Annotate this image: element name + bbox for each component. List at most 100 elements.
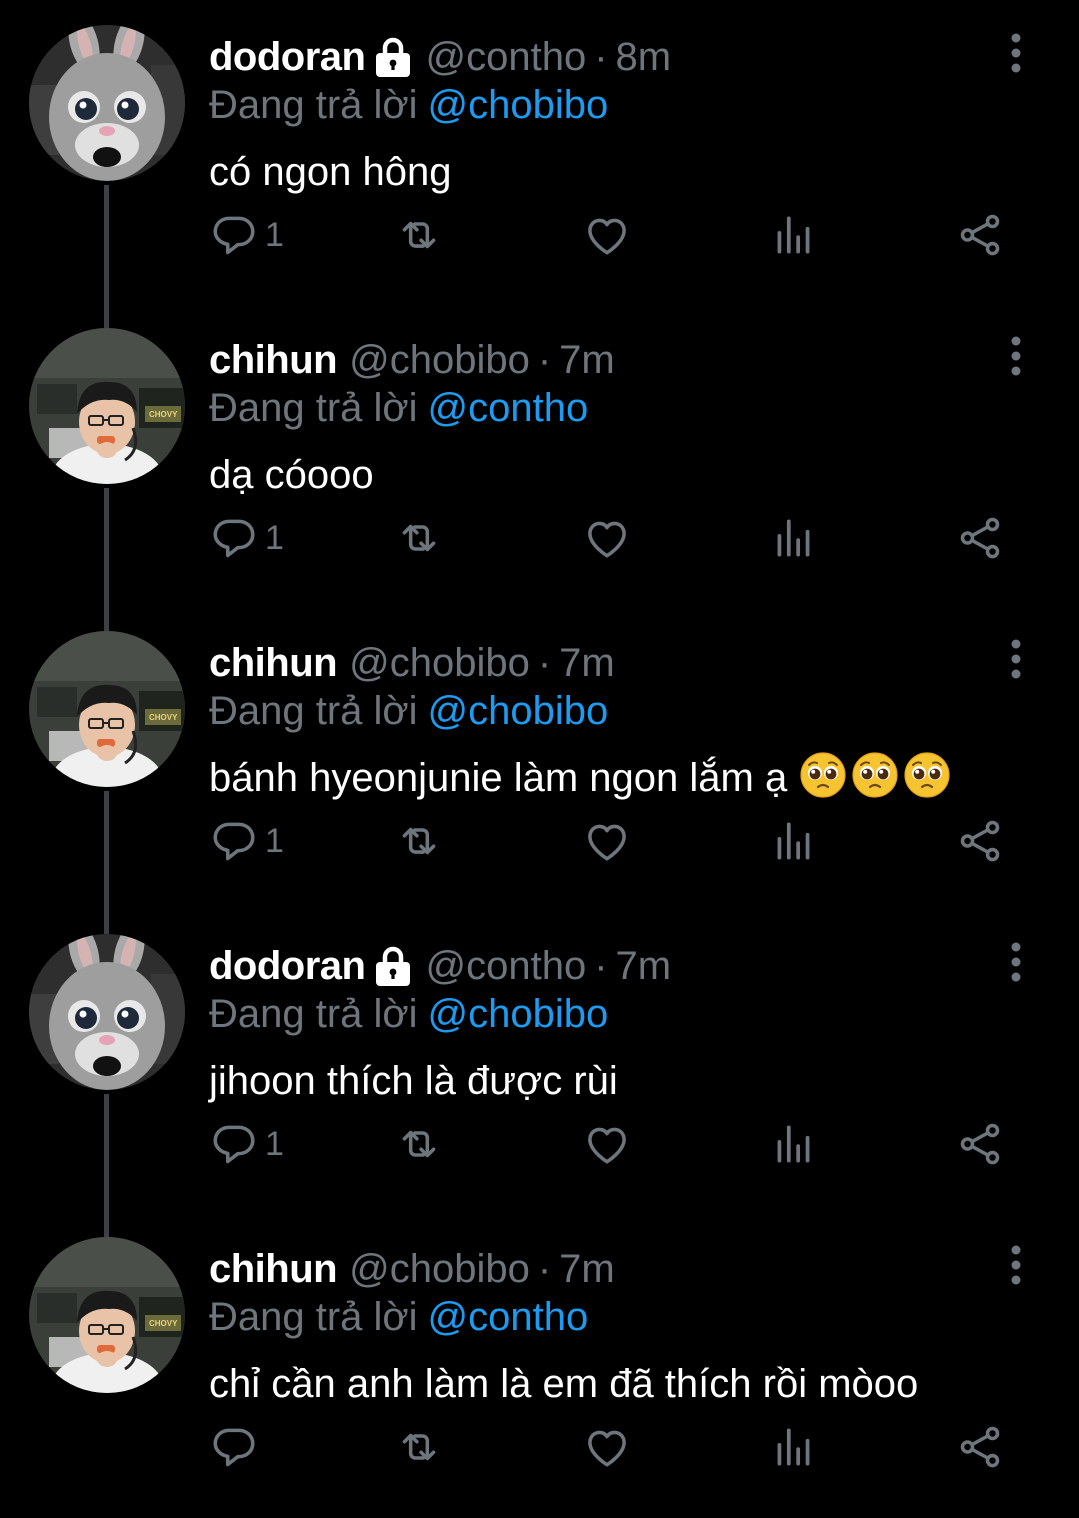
analytics-button[interactable]: [769, 1114, 819, 1174]
reply-button[interactable]: 1: [209, 1114, 284, 1174]
display-name[interactable]: chihun: [209, 335, 338, 385]
replying-to-label: Đang trả lời: [209, 386, 418, 430]
reply-target-link[interactable]: @contho: [428, 386, 589, 430]
reply-target-link[interactable]: @chobibo: [428, 83, 609, 127]
svg-text:CHOVY: CHOVY: [149, 713, 178, 722]
lock-icon: [373, 35, 413, 79]
more-options-icon[interactable]: [1000, 333, 1032, 379]
more-options-icon[interactable]: [1000, 30, 1032, 76]
reply-button[interactable]: 1: [209, 508, 284, 568]
reply-count: 1: [265, 1124, 284, 1163]
svg-text:CHOVY: CHOVY: [149, 410, 178, 419]
like-button[interactable]: [582, 205, 632, 265]
more-options-icon[interactable]: [1000, 939, 1032, 985]
tweet[interactable]: CHOVY chihun @chobibo · 7m Đang trả lời @conth…: [0, 1212, 1079, 1515]
retweet-button[interactable]: [394, 1114, 444, 1174]
username-handle[interactable]: @contho: [425, 32, 586, 82]
separator-dot: ·: [594, 944, 608, 988]
analytics-icon: [769, 816, 819, 866]
replying-to-label: Đang trả lời: [209, 1295, 418, 1339]
timestamp[interactable]: 7m: [559, 638, 615, 688]
tweet-header: chihun @chobibo · 7m: [209, 1244, 615, 1294]
replying-to-label: Đang trả lời: [209, 689, 418, 733]
tweet-text: chỉ cần anh làm là em đã thích rồi mòoo: [209, 1357, 918, 1411]
reply-button[interactable]: [209, 1417, 259, 1477]
reply-target-link[interactable]: @chobibo: [428, 689, 609, 733]
tweet[interactable]: CHOVY chihun @chobibo · 7m Đang trả lời @chobi…: [0, 606, 1079, 909]
analytics-button[interactable]: [769, 508, 819, 568]
tweet[interactable]: dodoran @contho · 8m Đang trả lời @chobibo có …: [0, 0, 1079, 303]
retweet-icon: [394, 1422, 444, 1472]
display-name[interactable]: dodoran: [209, 32, 366, 82]
more-options-icon[interactable]: [1000, 1242, 1032, 1288]
separator-dot: ·: [594, 35, 608, 79]
reply-button[interactable]: 1: [209, 205, 284, 265]
share-button[interactable]: [955, 811, 1005, 871]
retweet-icon: [394, 1119, 444, 1169]
retweet-button[interactable]: [394, 205, 444, 265]
display-name[interactable]: chihun: [209, 638, 338, 688]
timestamp[interactable]: 8m: [616, 32, 672, 82]
pleading-face-emoji-icon: [799, 751, 847, 799]
heart-icon: [582, 816, 632, 866]
tweet-actions: 1: [209, 205, 1029, 265]
analytics-icon: [769, 513, 819, 563]
share-icon: [955, 513, 1005, 563]
analytics-button[interactable]: [769, 205, 819, 265]
timestamp[interactable]: 7m: [559, 1244, 615, 1294]
like-button[interactable]: [582, 1417, 632, 1477]
username-handle[interactable]: @chobibo: [349, 638, 530, 688]
more-options-icon[interactable]: [1000, 636, 1032, 682]
like-button[interactable]: [582, 1114, 632, 1174]
share-button[interactable]: [955, 1114, 1005, 1174]
timestamp[interactable]: 7m: [616, 941, 672, 991]
display-name[interactable]: dodoran: [209, 941, 366, 991]
retweet-button[interactable]: [394, 1417, 444, 1477]
avatar[interactable]: CHOVY: [29, 328, 185, 484]
retweet-button[interactable]: [394, 508, 444, 568]
analytics-button[interactable]: [769, 1417, 819, 1477]
retweet-icon: [394, 513, 444, 563]
pleading-face-emoji-icon: [903, 751, 951, 799]
avatar[interactable]: CHOVY: [29, 631, 185, 787]
username-handle[interactable]: @chobibo: [349, 1244, 530, 1294]
tweet-header: chihun @chobibo · 7m: [209, 335, 615, 385]
avatar[interactable]: [29, 934, 185, 1090]
tweet-text-content: dạ cóooo: [209, 453, 374, 497]
share-icon: [955, 1422, 1005, 1472]
separator-dot: ·: [537, 338, 552, 382]
tweet-header: dodoran @contho · 8m: [209, 32, 671, 82]
avatar[interactable]: [29, 25, 185, 181]
username-handle[interactable]: @chobibo: [349, 335, 530, 385]
tweet-actions: 1: [209, 508, 1029, 568]
reply-button[interactable]: 1: [209, 811, 284, 871]
share-icon: [955, 210, 1005, 260]
timestamp[interactable]: 7m: [559, 335, 615, 385]
display-name[interactable]: chihun: [209, 1244, 338, 1294]
tweet-actions: 1: [209, 1114, 1029, 1174]
separator-dot: ·: [537, 641, 552, 685]
share-button[interactable]: [955, 1417, 1005, 1477]
reply-target-link[interactable]: @chobibo: [428, 992, 609, 1036]
avatar[interactable]: CHOVY: [29, 1237, 185, 1393]
tweet[interactable]: CHOVY chihun @chobibo · 7m Đang trả lời @conth…: [0, 303, 1079, 606]
retweet-icon: [394, 816, 444, 866]
tweet-actions: [209, 1417, 1029, 1477]
tweet[interactable]: dodoran @contho · 7m Đang trả lời @chobibo jih…: [0, 909, 1079, 1212]
tweet-text: có ngon hông: [209, 145, 451, 199]
tweet-header: dodoran @contho · 7m: [209, 941, 671, 991]
tweet-text-content: jihoon thích là được rùi: [209, 1059, 618, 1103]
like-button[interactable]: [582, 811, 632, 871]
reply-icon: [209, 210, 259, 260]
analytics-button[interactable]: [769, 811, 819, 871]
replying-to: Đang trả lời @contho: [209, 383, 588, 433]
username-handle[interactable]: @contho: [425, 941, 586, 991]
reply-target-link[interactable]: @contho: [428, 1295, 589, 1339]
svg-text:CHOVY: CHOVY: [149, 1319, 178, 1328]
tweet-text-content: chỉ cần anh làm là em đã thích rồi mòoo: [209, 1362, 919, 1406]
retweet-button[interactable]: [394, 811, 444, 871]
share-button[interactable]: [955, 205, 1005, 265]
share-button[interactable]: [955, 508, 1005, 568]
like-button[interactable]: [582, 508, 632, 568]
tweet-actions: 1: [209, 811, 1029, 871]
